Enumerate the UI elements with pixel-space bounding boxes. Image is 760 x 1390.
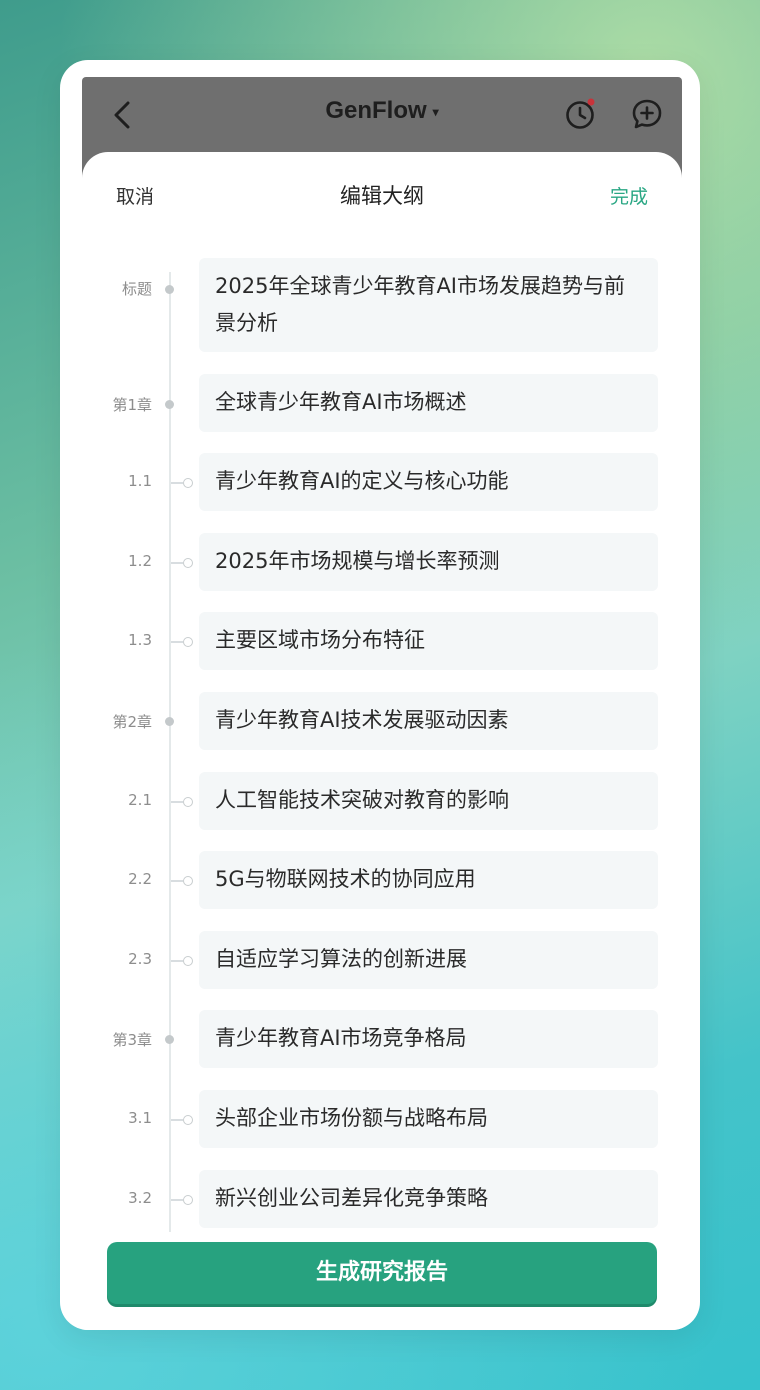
history-clock-icon[interactable] — [564, 97, 598, 131]
timeline-branch — [171, 562, 183, 564]
outline-item-label: 2.2 — [128, 870, 152, 888]
outline-item-text[interactable]: 5G与物联网技术的协同应用 — [199, 851, 658, 909]
timeline-branch — [171, 960, 183, 962]
timeline-circle-icon — [183, 558, 193, 568]
timeline-circle-icon — [183, 956, 193, 966]
timeline-dot-icon — [165, 400, 174, 409]
outline-item-text[interactable]: 青少年教育AI市场竞争格局 — [199, 1010, 658, 1068]
outline-item-text[interactable]: 全球青少年教育AI市场概述 — [199, 374, 658, 432]
generate-report-button[interactable]: 生成研究报告 — [107, 1242, 657, 1304]
timeline-circle-icon — [183, 478, 193, 488]
outline-item-text[interactable]: 新兴创业公司差异化竞争策略 — [199, 1170, 658, 1228]
outline-item-label: 标题 — [121, 280, 152, 298]
timeline-circle-icon — [183, 876, 193, 886]
done-button[interactable]: 完成 — [610, 182, 648, 209]
timeline-circle-icon — [183, 1115, 193, 1125]
outline-item-label: 1.3 — [128, 631, 152, 649]
outline-item-text[interactable]: 人工智能技术突破对教育的影响 — [199, 772, 658, 830]
outline-item-text[interactable]: 头部企业市场份额与战略布局 — [199, 1090, 658, 1148]
timeline-circle-icon — [183, 797, 193, 807]
outline-item-text[interactable]: 2025年全球青少年教育AI市场发展趋势与前景分析 — [199, 258, 658, 352]
outline-item-label: 1.1 — [128, 472, 152, 490]
timeline-branch — [171, 482, 183, 484]
phone-frame: GenFlow ▾ 取消 编辑大纲 完成 标题 2025年全球青少年教育AI市场发… — [60, 60, 700, 1330]
timeline-line — [169, 272, 171, 1232]
outline-item-label: 3.2 — [128, 1189, 152, 1207]
timeline-branch — [171, 1119, 183, 1121]
timeline-branch — [171, 880, 183, 882]
outline-item-label: 2.1 — [128, 791, 152, 809]
outline-item-text[interactable]: 青少年教育AI技术发展驱动因素 — [199, 692, 658, 750]
timeline-branch — [171, 641, 183, 643]
outline-item-label: 第2章 — [112, 713, 152, 731]
edit-outline-sheet: 取消 编辑大纲 完成 标题 2025年全球青少年教育AI市场发展趋势与前景分析 … — [82, 152, 682, 1330]
outline-item-text[interactable]: 青少年教育AI的定义与核心功能 — [199, 453, 658, 511]
new-chat-icon[interactable] — [630, 97, 664, 131]
outline-item-label: 第3章 — [112, 1031, 152, 1049]
outline-item-text[interactable]: 主要区域市场分布特征 — [199, 612, 658, 670]
timeline-circle-icon — [183, 1195, 193, 1205]
outline-item-label: 3.1 — [128, 1109, 152, 1127]
timeline-branch — [171, 1199, 183, 1201]
timeline-dot-icon — [165, 285, 174, 294]
timeline-circle-icon — [183, 637, 193, 647]
outline-item-label: 第1章 — [112, 396, 152, 414]
timeline-dot-icon — [165, 1035, 174, 1044]
timeline-branch — [171, 801, 183, 803]
timeline-dot-icon — [165, 717, 174, 726]
notification-dot-icon — [587, 98, 595, 106]
outline-list: 标题 2025年全球青少年教育AI市场发展趋势与前景分析 第1章 全球青少年教育… — [82, 252, 682, 1242]
outline-item-label: 1.2 — [128, 552, 152, 570]
outline-item-text[interactable]: 自适应学习算法的创新进展 — [199, 931, 658, 989]
outline-item-text[interactable]: 2025年市场规模与增长率预测 — [199, 533, 658, 591]
app-title: GenFlow — [325, 97, 427, 124]
outline-item-label: 2.3 — [128, 950, 152, 968]
chevron-down-icon: ▾ — [432, 104, 439, 119]
sheet-title: 编辑大纲 — [340, 184, 424, 208]
